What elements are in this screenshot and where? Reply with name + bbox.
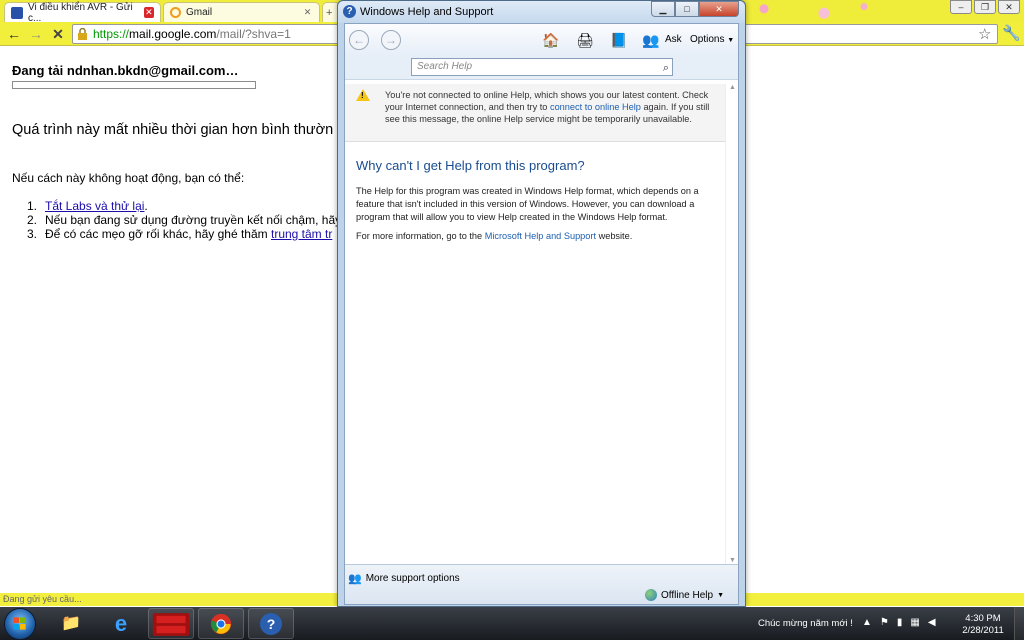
troubleshooting-list: 1. Tắt Labs và thử lại. 2. Nếu bạn đang sử… (27, 199, 341, 241)
search-row: Search Help ⌕ (345, 56, 738, 80)
help-taskbar-icon[interactable]: ? (248, 608, 294, 639)
close-tab-icon[interactable]: ✕ (302, 7, 313, 18)
options-menu[interactable]: Options ▼ (690, 34, 734, 45)
warning-text: You're not connected to online Help, whi… (385, 90, 710, 124)
plus-icon: + (326, 6, 333, 19)
help-center-link[interactable]: trung tâm tr (271, 227, 332, 241)
search-help-input[interactable]: Search Help ⌕ (411, 58, 673, 76)
battery-icon[interactable]: ▮ (897, 617, 911, 628)
support-people-icon: 👥 (348, 573, 362, 585)
clock-time: 4:30 PM (965, 613, 1001, 624)
loading-spinner-icon (170, 7, 181, 18)
tab-gmail[interactable]: Gmail ✕ (163, 2, 320, 22)
vertical-scrollbar[interactable]: ▲ ▼ (725, 84, 738, 564)
cvavr-taskbar-icon[interactable] (148, 608, 194, 639)
ie-taskbar-icon[interactable]: e (98, 608, 144, 639)
help-content-frame: ← → 🏠 🖨 📘 👥 Ask Options ▼ Search Help ⌕ … (344, 23, 739, 605)
help-heading: Why can't I get Help from this program? (356, 158, 585, 173)
slow-message: Quá trình này mất nhiều thời gian hơn bì… (12, 122, 334, 138)
browse-help-icon[interactable]: 📘 (609, 30, 629, 50)
url-host: mail.google.com (129, 27, 217, 41)
action-center-flag-icon[interactable]: ⚑ (880, 617, 897, 628)
help-status-area: 👥 More support options Offline Help ▼ (345, 564, 738, 604)
tray-notification-text: Chúc mừng năm mới ! (758, 618, 853, 629)
dropdown-arrow-icon: ▼ (717, 591, 725, 599)
volume-icon[interactable]: ◀ (928, 617, 944, 628)
help-toolbar: ← → 🏠 🖨 📘 👥 Ask Options ▼ (345, 24, 738, 56)
search-icon[interactable]: ⌕ (663, 60, 669, 76)
tray-icons: ▲⚑▮▦◀ (862, 617, 944, 628)
offline-help-menu[interactable]: Offline Help ▼ (645, 589, 724, 601)
windows-taskbar: 📁 e ? Chúc mừng năm mới ! ▲⚑▮▦◀ 4:30 PM … (0, 607, 1024, 640)
url-path: /mail/?shva=1 (216, 27, 291, 41)
lock-icon (78, 28, 87, 40)
system-clock[interactable]: 4:30 PM 2/28/2011 (958, 613, 1008, 637)
close-button[interactable]: ✕ (699, 1, 739, 17)
loading-title: Đang tải ndnhan.bkdn@gmail.com… (12, 63, 239, 78)
help-body-text: The Help for this program was created in… (356, 186, 699, 222)
wrench-icon[interactable]: 🔧 (1002, 24, 1021, 42)
loading-progress-bar (12, 81, 256, 89)
globe-icon (645, 589, 657, 601)
forward-arrow-icon[interactable]: → (381, 30, 401, 50)
chrome-icon (210, 613, 232, 635)
help-titlebar[interactable]: ? Windows Help and Support ▁ □ ✕ (338, 1, 745, 23)
tab-label: Gmail (186, 7, 213, 18)
more-support-button[interactable]: 👥 More support options (348, 572, 460, 585)
cvavr-app-icon (152, 613, 190, 636)
clock-date: 2/28/2011 (962, 625, 1004, 636)
print-icon[interactable]: 🖨 (575, 30, 595, 50)
disable-labs-link[interactable]: Tắt Labs và thử lại (45, 199, 144, 213)
minimize-button[interactable]: – (950, 0, 972, 14)
scroll-up-icon[interactable]: ▲ (726, 84, 739, 91)
bookmark-star-icon[interactable]: ☆ (978, 25, 991, 43)
help-window: ? Windows Help and Support ▁ □ ✕ ← → 🏠 🖨… (337, 0, 746, 607)
home-icon[interactable]: 🏠 (541, 30, 561, 50)
chrome-taskbar-icon[interactable] (198, 608, 244, 639)
if-not-working-text: Nếu cách này không hoạt động, bạn có thể… (12, 171, 245, 185)
help-more-info: For more information, go to the Microsof… (356, 231, 633, 241)
list-item: 1. Tắt Labs và thử lại. (27, 199, 148, 213)
help-icon: ? (260, 613, 282, 635)
scroll-down-icon[interactable]: ▼ (726, 557, 739, 564)
tab-label: Vi điều khiển AVR - Gửi c... (28, 1, 133, 24)
start-button[interactable] (4, 608, 36, 640)
help-window-controls: ▁ □ ✕ (651, 1, 739, 17)
forum-favicon-icon (11, 6, 23, 19)
status-bubble: Đang gửi yêu cầu... (0, 593, 340, 606)
help-app-icon: ? (343, 5, 356, 18)
help-window-title: Windows Help and Support (360, 6, 494, 18)
connect-online-help-link[interactable]: connect to online Help (550, 102, 641, 112)
stop-icon[interactable]: ✕ (50, 26, 66, 42)
show-hidden-icons-icon[interactable]: ▲ (862, 617, 880, 628)
network-icon[interactable]: ▦ (910, 617, 927, 628)
tab-avr[interactable]: Vi điều khiển AVR - Gửi c... ✕ (4, 1, 161, 24)
browser-window-controls: – ❐ ✕ (950, 0, 1020, 14)
microsoft-help-link[interactable]: Microsoft Help and Support (485, 231, 596, 241)
theme-strip (744, 593, 1024, 606)
forward-arrow-icon[interactable]: → (28, 26, 44, 42)
back-arrow-icon[interactable]: ← (6, 26, 22, 42)
explorer-taskbar-icon[interactable]: 📁 (48, 608, 94, 639)
close-button[interactable]: ✕ (998, 0, 1020, 14)
windows-logo-icon (13, 617, 26, 630)
ask-people-icon[interactable]: 👥 (641, 30, 661, 50)
minimize-button[interactable]: ▁ (651, 1, 675, 17)
url-scheme: https:// (93, 27, 130, 41)
ask-button[interactable]: Ask (665, 34, 682, 45)
list-item: 3. Để có các mẹo gỡ rối khác, hãy ghé thă… (27, 227, 333, 241)
dropdown-arrow-icon: ▼ (727, 37, 735, 44)
back-arrow-icon[interactable]: ← (349, 30, 369, 50)
maximize-button[interactable]: ❐ (974, 0, 996, 14)
maximize-button[interactable]: □ (675, 1, 699, 17)
show-desktop-button[interactable] (1014, 607, 1024, 640)
close-tab-icon[interactable]: ✕ (143, 7, 154, 18)
list-item: 2. Nếu bạn đang sử dụng đường truyền kết … (27, 213, 342, 227)
offline-warning: ! You're not connected to online Help, w… (345, 84, 725, 142)
